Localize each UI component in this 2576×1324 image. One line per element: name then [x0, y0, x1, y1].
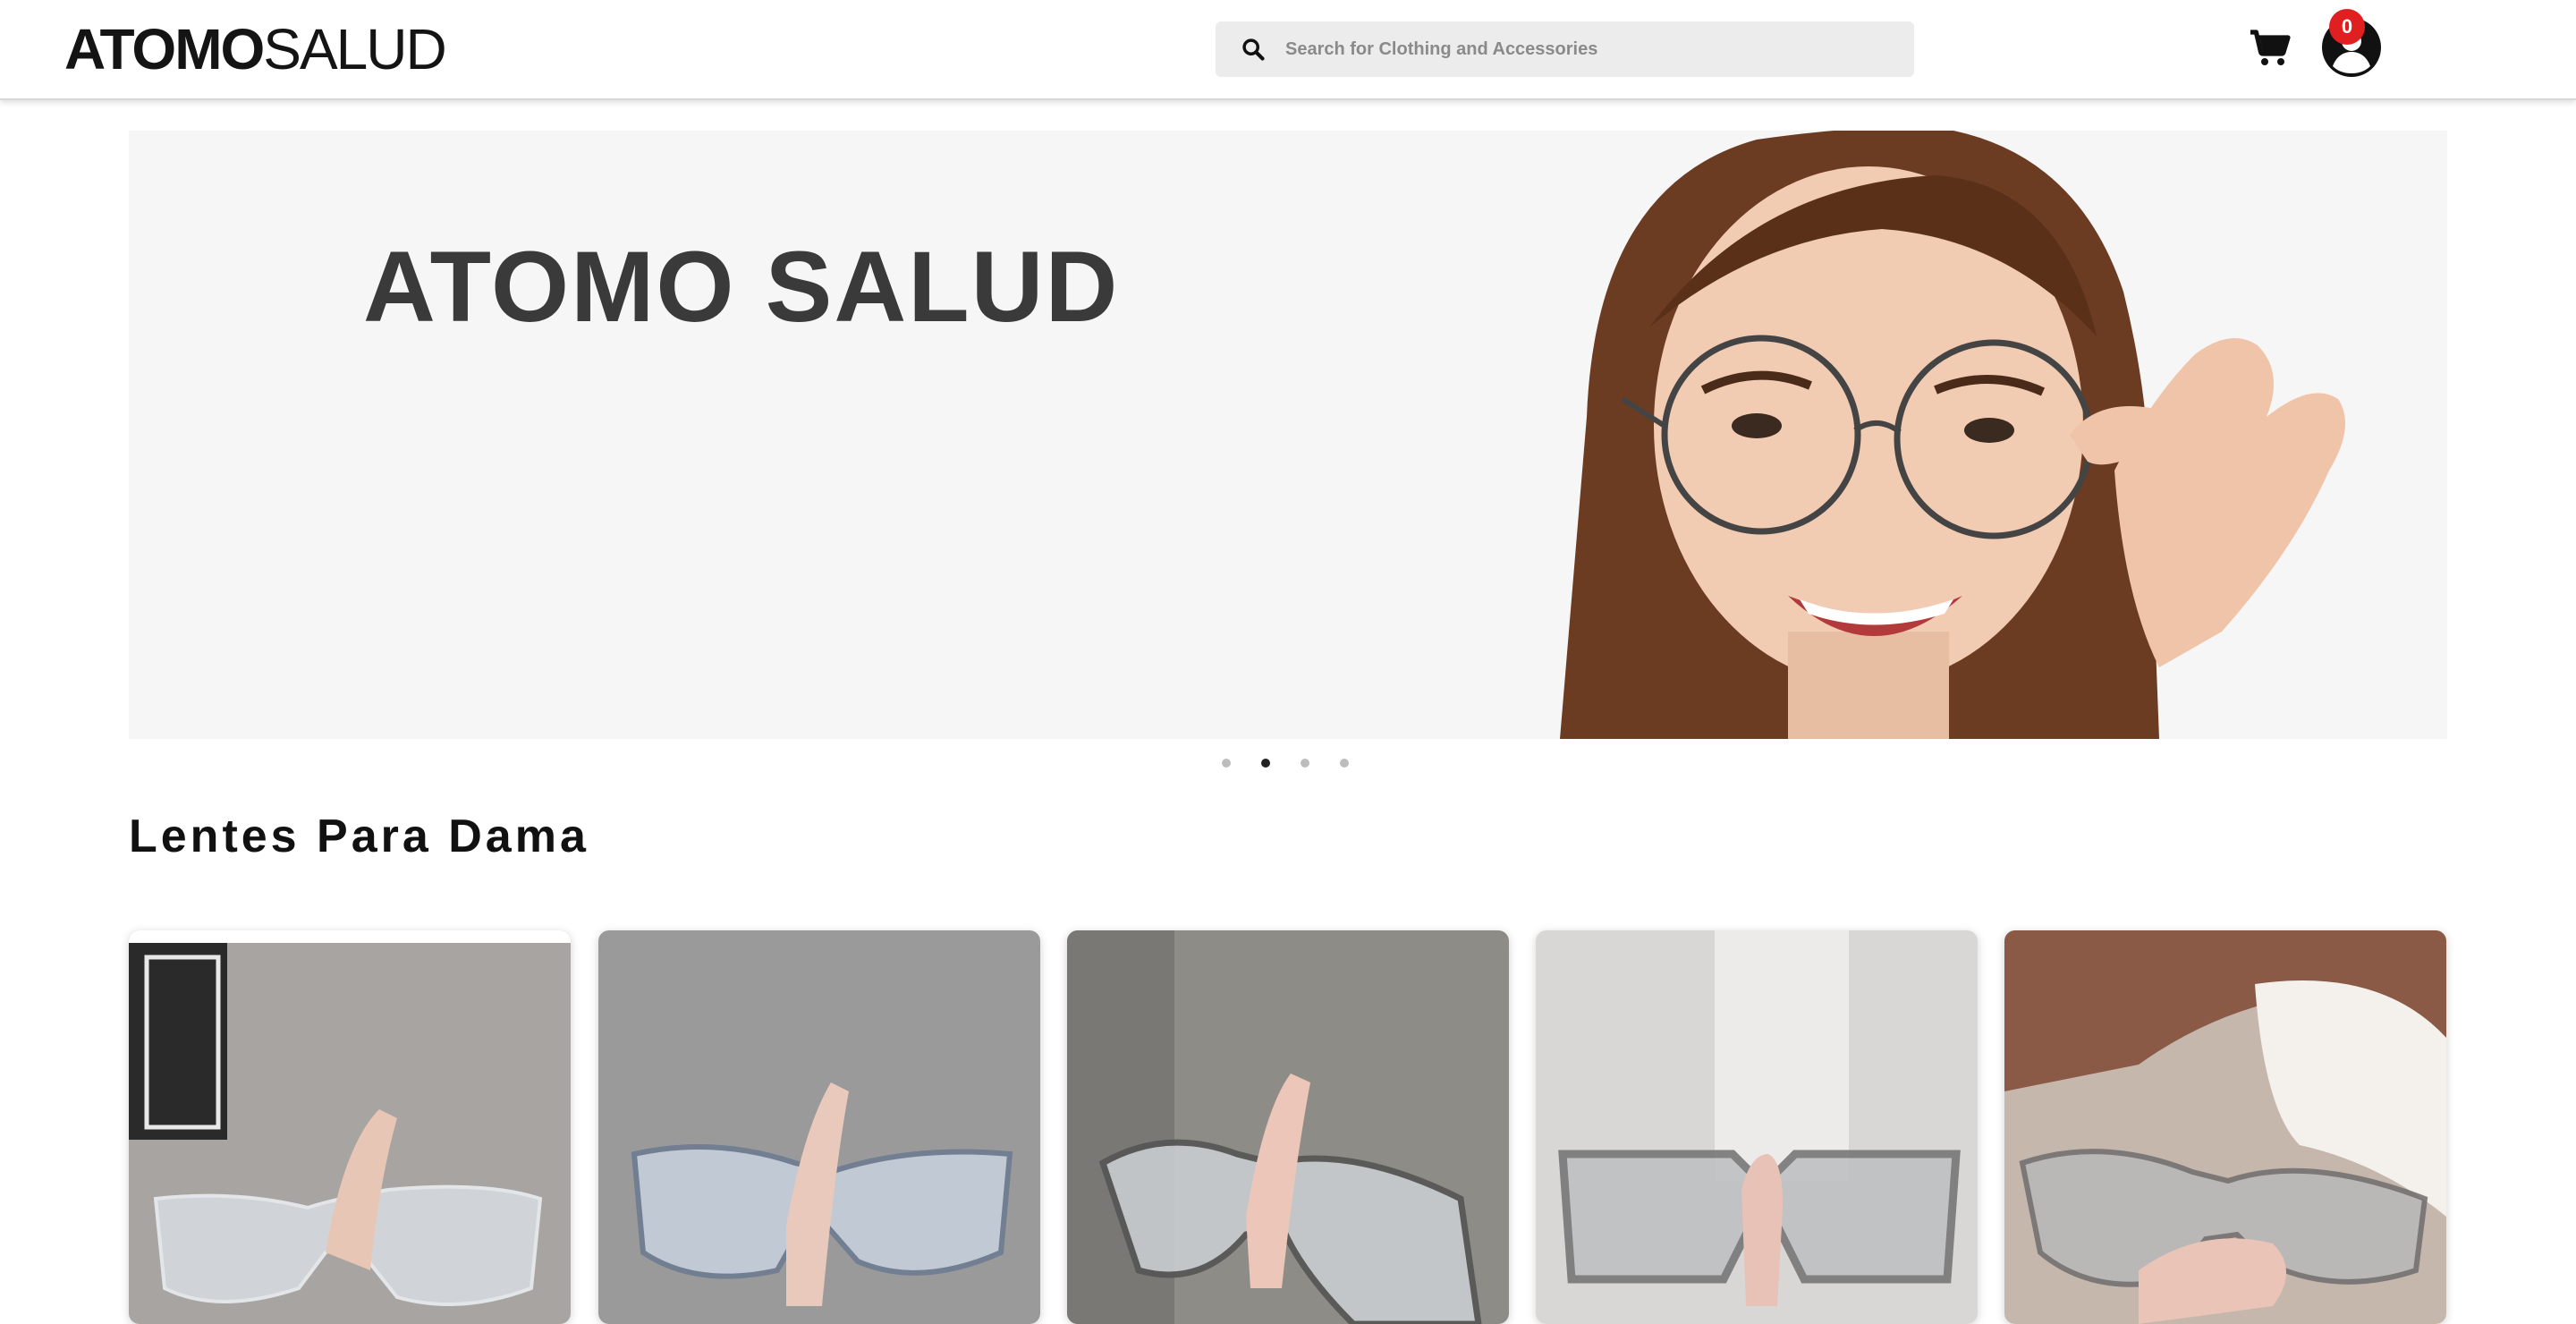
cart-icon[interactable] [2249, 27, 2292, 70]
carousel-indicators [1222, 759, 1349, 769]
product-image [2004, 930, 2446, 1324]
logo-bold-text: ATOMO [64, 17, 265, 81]
cart-count-badge: 0 [2329, 9, 2365, 45]
section-title: Lentes Para Dama [129, 811, 589, 862]
product-image [598, 930, 1040, 1324]
product-card[interactable] [598, 930, 1040, 1324]
carousel-dot-2[interactable] [1261, 759, 1270, 768]
search-input[interactable] [1285, 31, 1894, 67]
product-image [1536, 930, 1978, 1324]
carousel-dot-3[interactable] [1301, 759, 1309, 768]
hero-title: ATOMO SALUD [363, 231, 1120, 343]
product-image [129, 930, 571, 1324]
search-bar[interactable] [1216, 21, 1914, 77]
carousel-dot-4[interactable] [1340, 759, 1349, 768]
hero-woman-glasses-image [1560, 131, 2345, 739]
carousel-dot-1[interactable] [1222, 759, 1231, 768]
product-card[interactable] [129, 930, 571, 1324]
product-card[interactable] [1536, 930, 1978, 1324]
product-card[interactable] [2004, 930, 2446, 1324]
search-icon[interactable] [1241, 37, 1266, 62]
top-navbar: ATOMOSALUD 0 [0, 0, 2576, 100]
logo-light-text: SALUD [263, 17, 446, 81]
product-image [1067, 930, 1509, 1324]
site-logo[interactable]: ATOMOSALUD [64, 17, 447, 81]
hero-banner[interactable]: ATOMO SALUD [129, 131, 2447, 739]
product-card[interactable] [1067, 930, 1509, 1324]
